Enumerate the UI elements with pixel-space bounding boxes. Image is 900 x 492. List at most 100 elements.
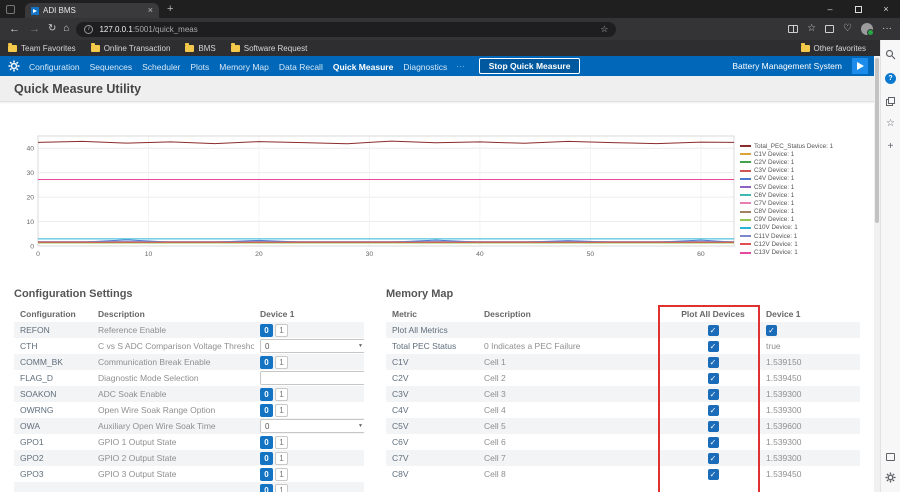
toggle-option-0[interactable]: 0 <box>260 436 273 449</box>
new-tab-button[interactable]: + <box>167 3 173 15</box>
bookmark-folder[interactable]: Software Request <box>231 44 308 53</box>
select-OWA[interactable]: 0▼ <box>260 419 364 433</box>
legend-item[interactable]: C1V Device: 1 <box>740 150 860 158</box>
nav-item-configuration[interactable]: Configuration <box>24 62 85 72</box>
toggle-option-0[interactable]: 0 <box>260 484 273 492</box>
scrollbar-thumb[interactable] <box>875 58 879 223</box>
toggle-option-0[interactable]: 0 <box>260 404 273 417</box>
input-FLAG_D[interactable] <box>260 371 364 385</box>
toggle-option-0[interactable]: 0 <box>260 388 273 401</box>
nav-item-memory-map[interactable]: Memory Map <box>214 62 274 72</box>
legend-item[interactable]: C12V Device: 1 <box>740 240 860 248</box>
other-favorites[interactable]: Other favorites <box>801 44 892 53</box>
legend-item[interactable]: C9V Device: 1 <box>740 216 860 224</box>
device1-cell: true <box>760 341 856 351</box>
favorites-bar-icon[interactable]: ☆ <box>807 24 816 34</box>
plot-checkbox[interactable]: ✓ <box>708 469 719 480</box>
settings-gear-icon[interactable] <box>885 472 896 483</box>
nav-overflow-icon[interactable]: ··· <box>452 61 469 71</box>
bookmark-folder[interactable]: BMS <box>185 44 215 53</box>
tab-close-icon[interactable]: × <box>148 6 153 15</box>
plus-icon[interactable]: + <box>888 142 894 152</box>
metric-description: Cell 4 <box>478 405 660 415</box>
toggle-option-1[interactable]: 1 <box>275 324 288 337</box>
bookmark-folder[interactable]: Online Transaction <box>91 44 171 53</box>
plot-checkbox[interactable]: ✓ <box>708 373 719 384</box>
nav-item-scheduler[interactable]: Scheduler <box>137 62 185 72</box>
device1-checkbox[interactable]: ✓ <box>766 325 777 336</box>
forward-icon[interactable]: → <box>28 24 41 35</box>
plot-checkbox[interactable]: ✓ <box>708 341 719 352</box>
nav-item-plots[interactable]: Plots <box>185 62 214 72</box>
nav-item-quick-measure[interactable]: Quick Measure <box>328 62 398 72</box>
add-favorite-star-icon[interactable]: ☆ <box>600 24 608 35</box>
toggle-option-0[interactable]: 0 <box>260 324 273 337</box>
toggle-GPO3[interactable]: 01 <box>260 468 288 481</box>
back-icon[interactable]: ← <box>8 24 21 35</box>
screenshot-icon[interactable] <box>886 453 895 461</box>
toggle-option-1[interactable]: 1 <box>275 404 288 417</box>
search-icon[interactable] <box>885 49 896 60</box>
toggle-option-1[interactable]: 1 <box>275 468 288 481</box>
toggle-option-0[interactable]: 0 <box>260 468 273 481</box>
maximize-button[interactable] <box>844 0 872 18</box>
plot-checkbox[interactable]: ✓ <box>708 325 719 336</box>
site-info-icon[interactable]: i <box>84 25 93 34</box>
gear-icon[interactable] <box>8 60 20 72</box>
nav-item-diagnostics[interactable]: Diagnostics <box>398 62 452 72</box>
toggle-OWRNG[interactable]: 01 <box>260 404 288 417</box>
toggle-option-1[interactable]: 1 <box>275 452 288 465</box>
browser-tab[interactable]: ADI BMS × <box>25 3 159 18</box>
nav-item-data-recall[interactable]: Data Recall <box>274 62 328 72</box>
legend-item[interactable]: Total_PEC_Status Device: 1 <box>740 142 860 150</box>
toggle-row[interactable]: 01 <box>260 484 288 492</box>
toggle-option-1[interactable]: 1 <box>275 356 288 369</box>
legend-item[interactable]: C3V Device: 1 <box>740 167 860 175</box>
stop-quick-measure-button[interactable]: Stop Quick Measure <box>479 58 581 74</box>
plot-checkbox[interactable]: ✓ <box>708 421 719 432</box>
legend-item[interactable]: C6V Device: 1 <box>740 191 860 199</box>
legend-item[interactable]: C11V Device: 1 <box>740 232 860 240</box>
address-bar[interactable]: i 127.0.0.1:5001/quick_meas ☆ <box>76 22 616 37</box>
legend-item[interactable]: C13V Device: 1 <box>740 248 860 256</box>
toggle-GPO1[interactable]: 01 <box>260 436 288 449</box>
toggle-option-1[interactable]: 1 <box>275 484 288 492</box>
home-icon[interactable]: ⌂ <box>63 24 69 34</box>
plot-checkbox[interactable]: ✓ <box>708 389 719 400</box>
plot-checkbox[interactable]: ✓ <box>708 357 719 368</box>
legend-item[interactable]: C4V Device: 1 <box>740 175 860 183</box>
refresh-icon[interactable]: ↻ <box>48 24 56 34</box>
bookmark-folder[interactable]: Team Favorites <box>8 44 76 53</box>
toggle-GPO2[interactable]: 01 <box>260 452 288 465</box>
legend-item[interactable]: C5V Device: 1 <box>740 183 860 191</box>
toggle-option-1[interactable]: 1 <box>275 436 288 449</box>
toggle-REFON[interactable]: 01 <box>260 324 288 337</box>
toggle-COMM_BK[interactable]: 01 <box>260 356 288 369</box>
select-CTH[interactable]: 0▼ <box>260 339 364 353</box>
split-screen-icon[interactable] <box>788 25 798 33</box>
toggle-option-0[interactable]: 0 <box>260 356 273 369</box>
plot-checkbox[interactable]: ✓ <box>708 437 719 448</box>
plot-checkbox[interactable]: ✓ <box>708 453 719 464</box>
legend-item[interactable]: C10V Device: 1 <box>740 224 860 232</box>
close-button[interactable]: × <box>872 0 900 18</box>
legend-item[interactable]: C7V Device: 1 <box>740 199 860 207</box>
collections-icon[interactable] <box>825 25 834 33</box>
favorites-icon[interactable]: ☆ <box>886 119 895 129</box>
toggle-option-1[interactable]: 1 <box>275 388 288 401</box>
browser-essentials-icon[interactable]: ♡ <box>843 24 852 34</box>
help-icon[interactable]: ? <box>885 73 896 84</box>
legend-item[interactable]: C2V Device: 1 <box>740 158 860 166</box>
plot-checkbox[interactable]: ✓ <box>708 405 719 416</box>
config-name: OWA <box>14 421 92 431</box>
nav-item-sequences[interactable]: Sequences <box>85 62 138 72</box>
legend-item[interactable]: C8V Device: 1 <box>740 208 860 216</box>
toggle-SOAKON[interactable]: 01 <box>260 388 288 401</box>
line-chart[interactable]: 0102030400102030405060 <box>10 128 740 262</box>
more-menu-icon[interactable]: ··· <box>882 24 892 34</box>
workspaces-icon[interactable] <box>6 5 15 14</box>
layers-icon[interactable] <box>886 97 895 106</box>
profile-avatar[interactable] <box>861 23 873 35</box>
toggle-option-0[interactable]: 0 <box>260 452 273 465</box>
minimize-button[interactable]: – <box>816 0 844 18</box>
